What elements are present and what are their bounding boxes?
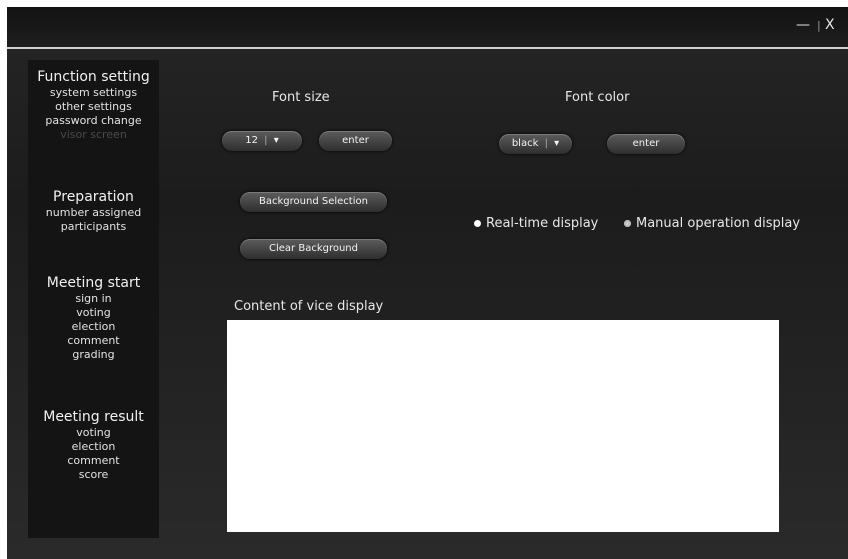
sidebar: Function setting system settings other s… — [28, 60, 159, 538]
radio-manual-display[interactable]: Manual operation display — [624, 216, 800, 231]
sidebar-item-participants[interactable]: participants — [28, 220, 159, 234]
font-color-enter-button[interactable]: enter — [607, 134, 685, 154]
radio-manual-label: Manual operation display — [636, 216, 801, 231]
radio-realtime-label: Real-time display — [486, 216, 599, 231]
sidebar-section-function-setting: Function setting system settings other s… — [28, 68, 159, 142]
sidebar-item-visor-screen[interactable]: visor screen — [28, 128, 159, 142]
sidebar-heading-preparation[interactable]: Preparation — [28, 188, 159, 206]
sidebar-item-sign-in[interactable]: sign in — [28, 292, 159, 306]
font-color-label: Font color — [565, 90, 630, 105]
sidebar-heading-function-setting[interactable]: Function setting — [28, 68, 159, 86]
font-size-label: Font size — [272, 90, 330, 105]
title-bar: — | X — [7, 7, 848, 49]
select-separator: | — [264, 135, 268, 146]
font-color-select[interactable]: black | ▾ — [499, 134, 572, 154]
sidebar-item-other-settings[interactable]: other settings — [28, 100, 159, 114]
close-icon[interactable]: X — [825, 17, 835, 33]
clear-background-button[interactable]: Clear Background — [240, 239, 387, 259]
sidebar-item-result-election[interactable]: election — [28, 440, 159, 454]
sidebar-item-system-settings[interactable]: system settings — [28, 86, 159, 100]
font-size-value: 12 — [245, 135, 258, 146]
sidebar-item-grading[interactable]: grading — [28, 348, 159, 362]
sidebar-item-password-change[interactable]: password change — [28, 114, 159, 128]
chevron-down-icon: ▾ — [554, 138, 560, 149]
minimize-icon[interactable]: — — [796, 17, 810, 33]
radio-unselected-icon — [624, 220, 631, 227]
sidebar-section-preparation: Preparation number assigned participants — [28, 188, 159, 234]
radio-selected-icon — [474, 220, 481, 227]
sidebar-item-voting[interactable]: voting — [28, 306, 159, 320]
sidebar-item-result-voting[interactable]: voting — [28, 426, 159, 440]
sidebar-item-number-assigned[interactable]: number assigned — [28, 206, 159, 220]
font-size-enter-button[interactable]: enter — [319, 131, 392, 151]
vice-display-content-area[interactable] — [227, 320, 779, 532]
sidebar-item-comment[interactable]: comment — [28, 334, 159, 348]
background-selection-button[interactable]: Background Selection — [240, 192, 387, 212]
sidebar-item-result-comment[interactable]: comment — [28, 454, 159, 468]
chevron-down-icon: ▾ — [273, 135, 279, 146]
font-color-value: black — [511, 138, 539, 149]
app-window: — | X Function setting system settings o… — [7, 7, 848, 559]
sidebar-heading-meeting-result[interactable]: Meeting result — [28, 408, 159, 426]
font-size-select[interactable]: 12 | ▾ — [222, 131, 302, 151]
select-separator: | — [544, 138, 548, 149]
sidebar-heading-meeting-start[interactable]: Meeting start — [28, 274, 159, 292]
sidebar-item-election[interactable]: election — [28, 320, 159, 334]
radio-realtime-display[interactable]: Real-time display — [474, 216, 598, 231]
sidebar-item-result-score[interactable]: score — [28, 468, 159, 482]
sidebar-section-meeting-start: Meeting start sign in voting election co… — [28, 274, 159, 362]
window-control-separator: | — [817, 19, 821, 32]
sidebar-section-meeting-result: Meeting result voting election comment s… — [28, 408, 159, 482]
content-display-label: Content of vice display — [234, 299, 384, 314]
